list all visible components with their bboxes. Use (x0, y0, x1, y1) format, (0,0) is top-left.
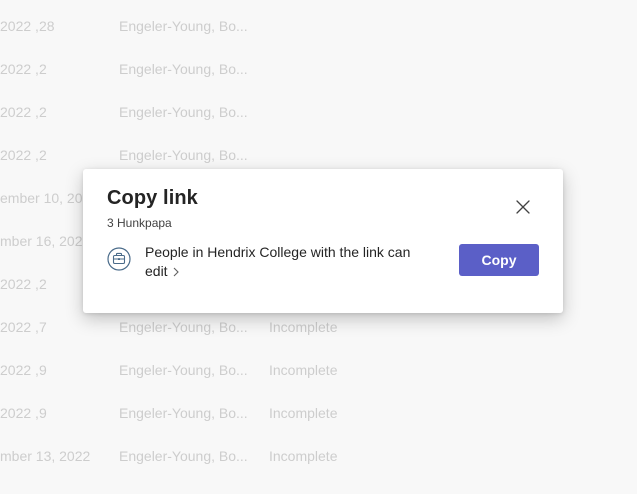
close-icon (516, 200, 530, 214)
close-button[interactable] (511, 195, 535, 219)
copy-button[interactable]: Copy (459, 244, 539, 276)
page: 28, 2022 Engeler-Young, Bo... 2, 2022 En… (0, 0, 637, 494)
chevron-right-icon (173, 267, 179, 277)
dialog-subtitle: 3 Hunkpapa (107, 216, 172, 230)
permission-text: People in Hendrix College with the link … (145, 244, 411, 279)
permission-link[interactable]: People in Hendrix College with the link … (145, 243, 425, 281)
copy-link-dialog: Copy link 3 Hunkpapa People in Hendrix C… (83, 169, 563, 313)
briefcase-icon (107, 247, 131, 271)
dialog-title: Copy link (107, 187, 198, 209)
